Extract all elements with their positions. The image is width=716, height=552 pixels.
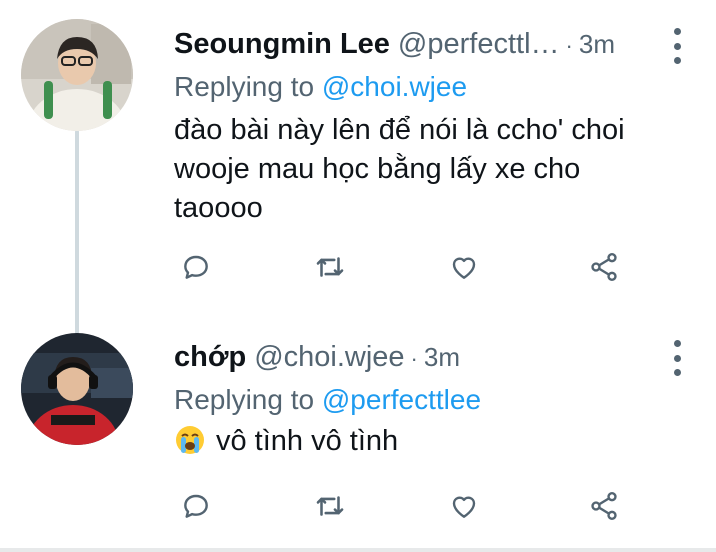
retweet-icon[interactable]	[310, 486, 350, 526]
like-icon[interactable]	[444, 486, 484, 526]
avatar[interactable]	[21, 333, 133, 445]
replying-to-mention[interactable]: @perfecttlee	[322, 384, 481, 415]
more-options-icon[interactable]	[667, 340, 687, 376]
tweet-actions	[174, 486, 634, 526]
reply-icon[interactable]	[176, 486, 216, 526]
more-options-icon[interactable]	[667, 28, 687, 64]
separator-dot: ·	[410, 346, 418, 371]
author-handle[interactable]: @perfecttl…	[398, 24, 560, 64]
replying-to-line: Replying to @choi.wjee	[174, 67, 467, 107]
replying-to-label: Replying to	[174, 384, 315, 415]
profile-photo-seoungmin	[21, 19, 133, 131]
replying-to-line: Replying to @perfecttlee	[174, 380, 481, 420]
profile-photo-chop	[21, 333, 133, 445]
tweet-header: Seoungmin Lee @perfecttl… · 3m	[174, 24, 615, 64]
timestamp[interactable]: 3m	[579, 24, 615, 64]
reply-icon[interactable]	[176, 247, 216, 287]
author-name[interactable]: Seoungmin Lee	[174, 24, 390, 64]
retweet-icon[interactable]	[310, 247, 350, 287]
replying-to-label: Replying to	[174, 71, 315, 102]
tweet-text-row: vô tình vô tình	[174, 422, 674, 467]
share-icon[interactable]	[584, 247, 624, 287]
timestamp[interactable]: 3m	[424, 337, 460, 377]
tweet-text: vô tình vô tình	[216, 425, 399, 457]
avatar[interactable]	[21, 19, 133, 131]
thread-connector-line	[75, 130, 79, 335]
divider	[0, 548, 716, 552]
loudly-crying-face-emoji	[174, 424, 206, 467]
author-handle[interactable]: @choi.wjee	[254, 337, 404, 377]
like-icon[interactable]	[444, 247, 484, 287]
tweet-text: đào bài này lên để nói là ccho' choi woo…	[174, 114, 625, 224]
tweet-header: chớp @choi.wjee · 3m	[174, 337, 460, 377]
tweet-actions	[174, 247, 634, 287]
share-icon[interactable]	[584, 486, 624, 526]
separator-dot: ·	[565, 33, 573, 58]
replying-to-mention[interactable]: @choi.wjee	[322, 71, 467, 102]
author-name[interactable]: chớp	[174, 337, 246, 377]
